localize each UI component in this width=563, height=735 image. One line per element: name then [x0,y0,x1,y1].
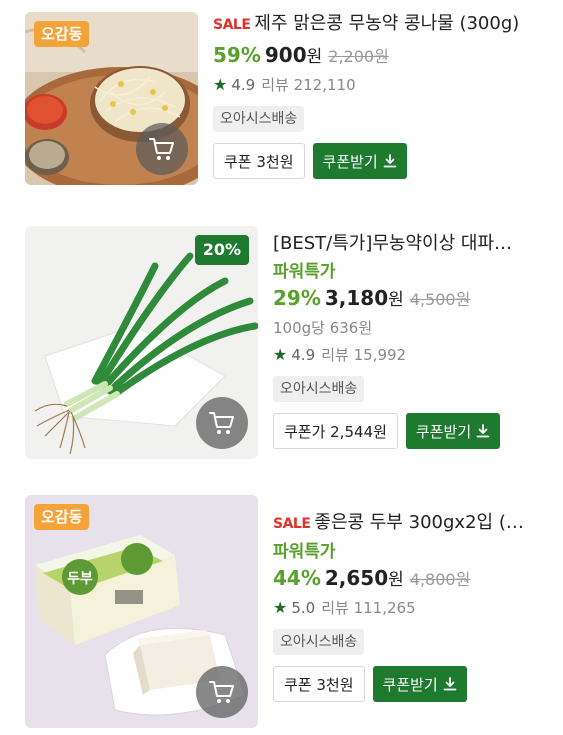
product-title-text: 좋은콩 두부 300gx2입 (… [314,512,524,533]
cart-icon [209,681,234,703]
get-coupon-label: 쿠폰받기 [415,422,472,441]
star-icon: ★ [273,598,288,617]
rating-line: ★ 5.0 리뷰 111,265 [273,597,558,619]
product-card-1[interactable]: 오감동 SALE 제주 맑은콩 무농약 콩나물 (300g) 59% 900원 2,2… [0,0,563,200]
power-deal-label: 파워특가 [273,542,336,562]
coupon-price-button[interactable]: 쿠폰 3천원 [213,143,305,179]
discount-rate: 44% [273,566,321,590]
product-title[interactable]: [BEST/특가]무농약이상 대파… [273,232,558,256]
product-title[interactable]: SALE 제주 맑은콩 무농약 콩나물 (300g) [213,12,553,37]
rating-line: ★ 4.9 리뷰 15,992 [273,344,558,366]
coupon-price-button[interactable]: 쿠폰가 2,544원 [273,413,398,449]
delivery-badge: 오아시스배송 [273,629,365,655]
sale-price: 2,650 [324,566,389,590]
get-coupon-label: 쿠폰받기 [382,675,438,694]
rating-score: 4.9 [231,76,256,94]
product-title[interactable]: SALE 좋은콩 두부 300gx2입 (… [273,511,558,536]
cart-icon [149,138,174,160]
price-line: 29% 3,180원 4,500원 [273,283,558,315]
rating-score: 5.0 [291,599,316,617]
rating-line: ★ 4.9 리뷰 212,110 [213,74,553,96]
review-count: 111,265 [353,599,416,617]
sale-price: 3,180 [324,286,389,310]
original-price: 4,800원 [409,570,471,589]
add-to-cart-button[interactable] [196,397,248,449]
get-coupon-button[interactable]: 쿠폰받기 [405,413,501,449]
product-title-text: 제주 맑은콩 무농약 콩나물 (300g) [254,13,520,34]
price-line: 44% 2,650원 4,800원 [273,563,558,595]
add-to-cart-button[interactable] [196,666,248,718]
download-icon [476,424,490,438]
sale-tag: SALE [213,17,251,33]
review-label: 리뷰 [261,76,289,94]
review-label: 리뷰 [321,599,349,617]
currency-label: 원 [388,570,404,590]
product-image-2[interactable]: 20% [25,226,258,459]
product-card-2[interactable]: 20% [BEST/특가]무농약이상 대파… 파워특가 29% 3,180원 4,5… [0,210,563,470]
unit-price: 100g당 636원 [273,319,373,337]
get-coupon-button[interactable]: 쿠폰받기 [372,666,467,702]
product-image-1[interactable]: 오감동 [25,12,198,185]
get-coupon-button[interactable]: 쿠폰받기 [312,143,407,179]
download-icon [383,154,397,168]
sale-tag: SALE [273,516,311,532]
review-count: 15,992 [353,346,407,364]
rating-score: 4.9 [291,346,316,364]
discount-badge: 20% [194,235,249,265]
review-label: 리뷰 [321,346,349,364]
delivery-badge: 오아시스배송 [213,106,305,132]
delivery-badge: 오아시스배송 [273,376,365,402]
original-price: 2,200원 [328,47,389,66]
product-card-3[interactable]: 두부 오감동 SALE 좋은콩 두부 300gx2입 (… 파워특가 44% 2,6… [0,480,563,735]
badge-label: 오감동 [34,21,90,47]
badge-label: 오감동 [34,504,90,530]
power-deal-label: 파워특가 [273,262,336,282]
add-to-cart-button[interactable] [136,123,188,175]
star-icon: ★ [273,345,288,364]
discount-rate: 59% [213,43,261,67]
sale-price: 900 [264,43,307,67]
download-icon [443,677,457,691]
price-line: 59% 900원 2,200원 [213,40,553,72]
original-price: 4,500원 [409,290,471,309]
tofu-pack-label: 두부 [67,571,93,587]
currency-label: 원 [306,47,323,67]
currency-label: 원 [388,290,404,310]
get-coupon-label: 쿠폰받기 [322,152,378,171]
review-count: 212,110 [293,76,356,94]
cart-icon [209,412,234,434]
discount-rate: 29% [273,286,321,310]
product-image-3[interactable]: 두부 오감동 [25,495,258,728]
star-icon: ★ [213,75,228,94]
coupon-price-button[interactable]: 쿠폰 3천원 [273,666,365,702]
